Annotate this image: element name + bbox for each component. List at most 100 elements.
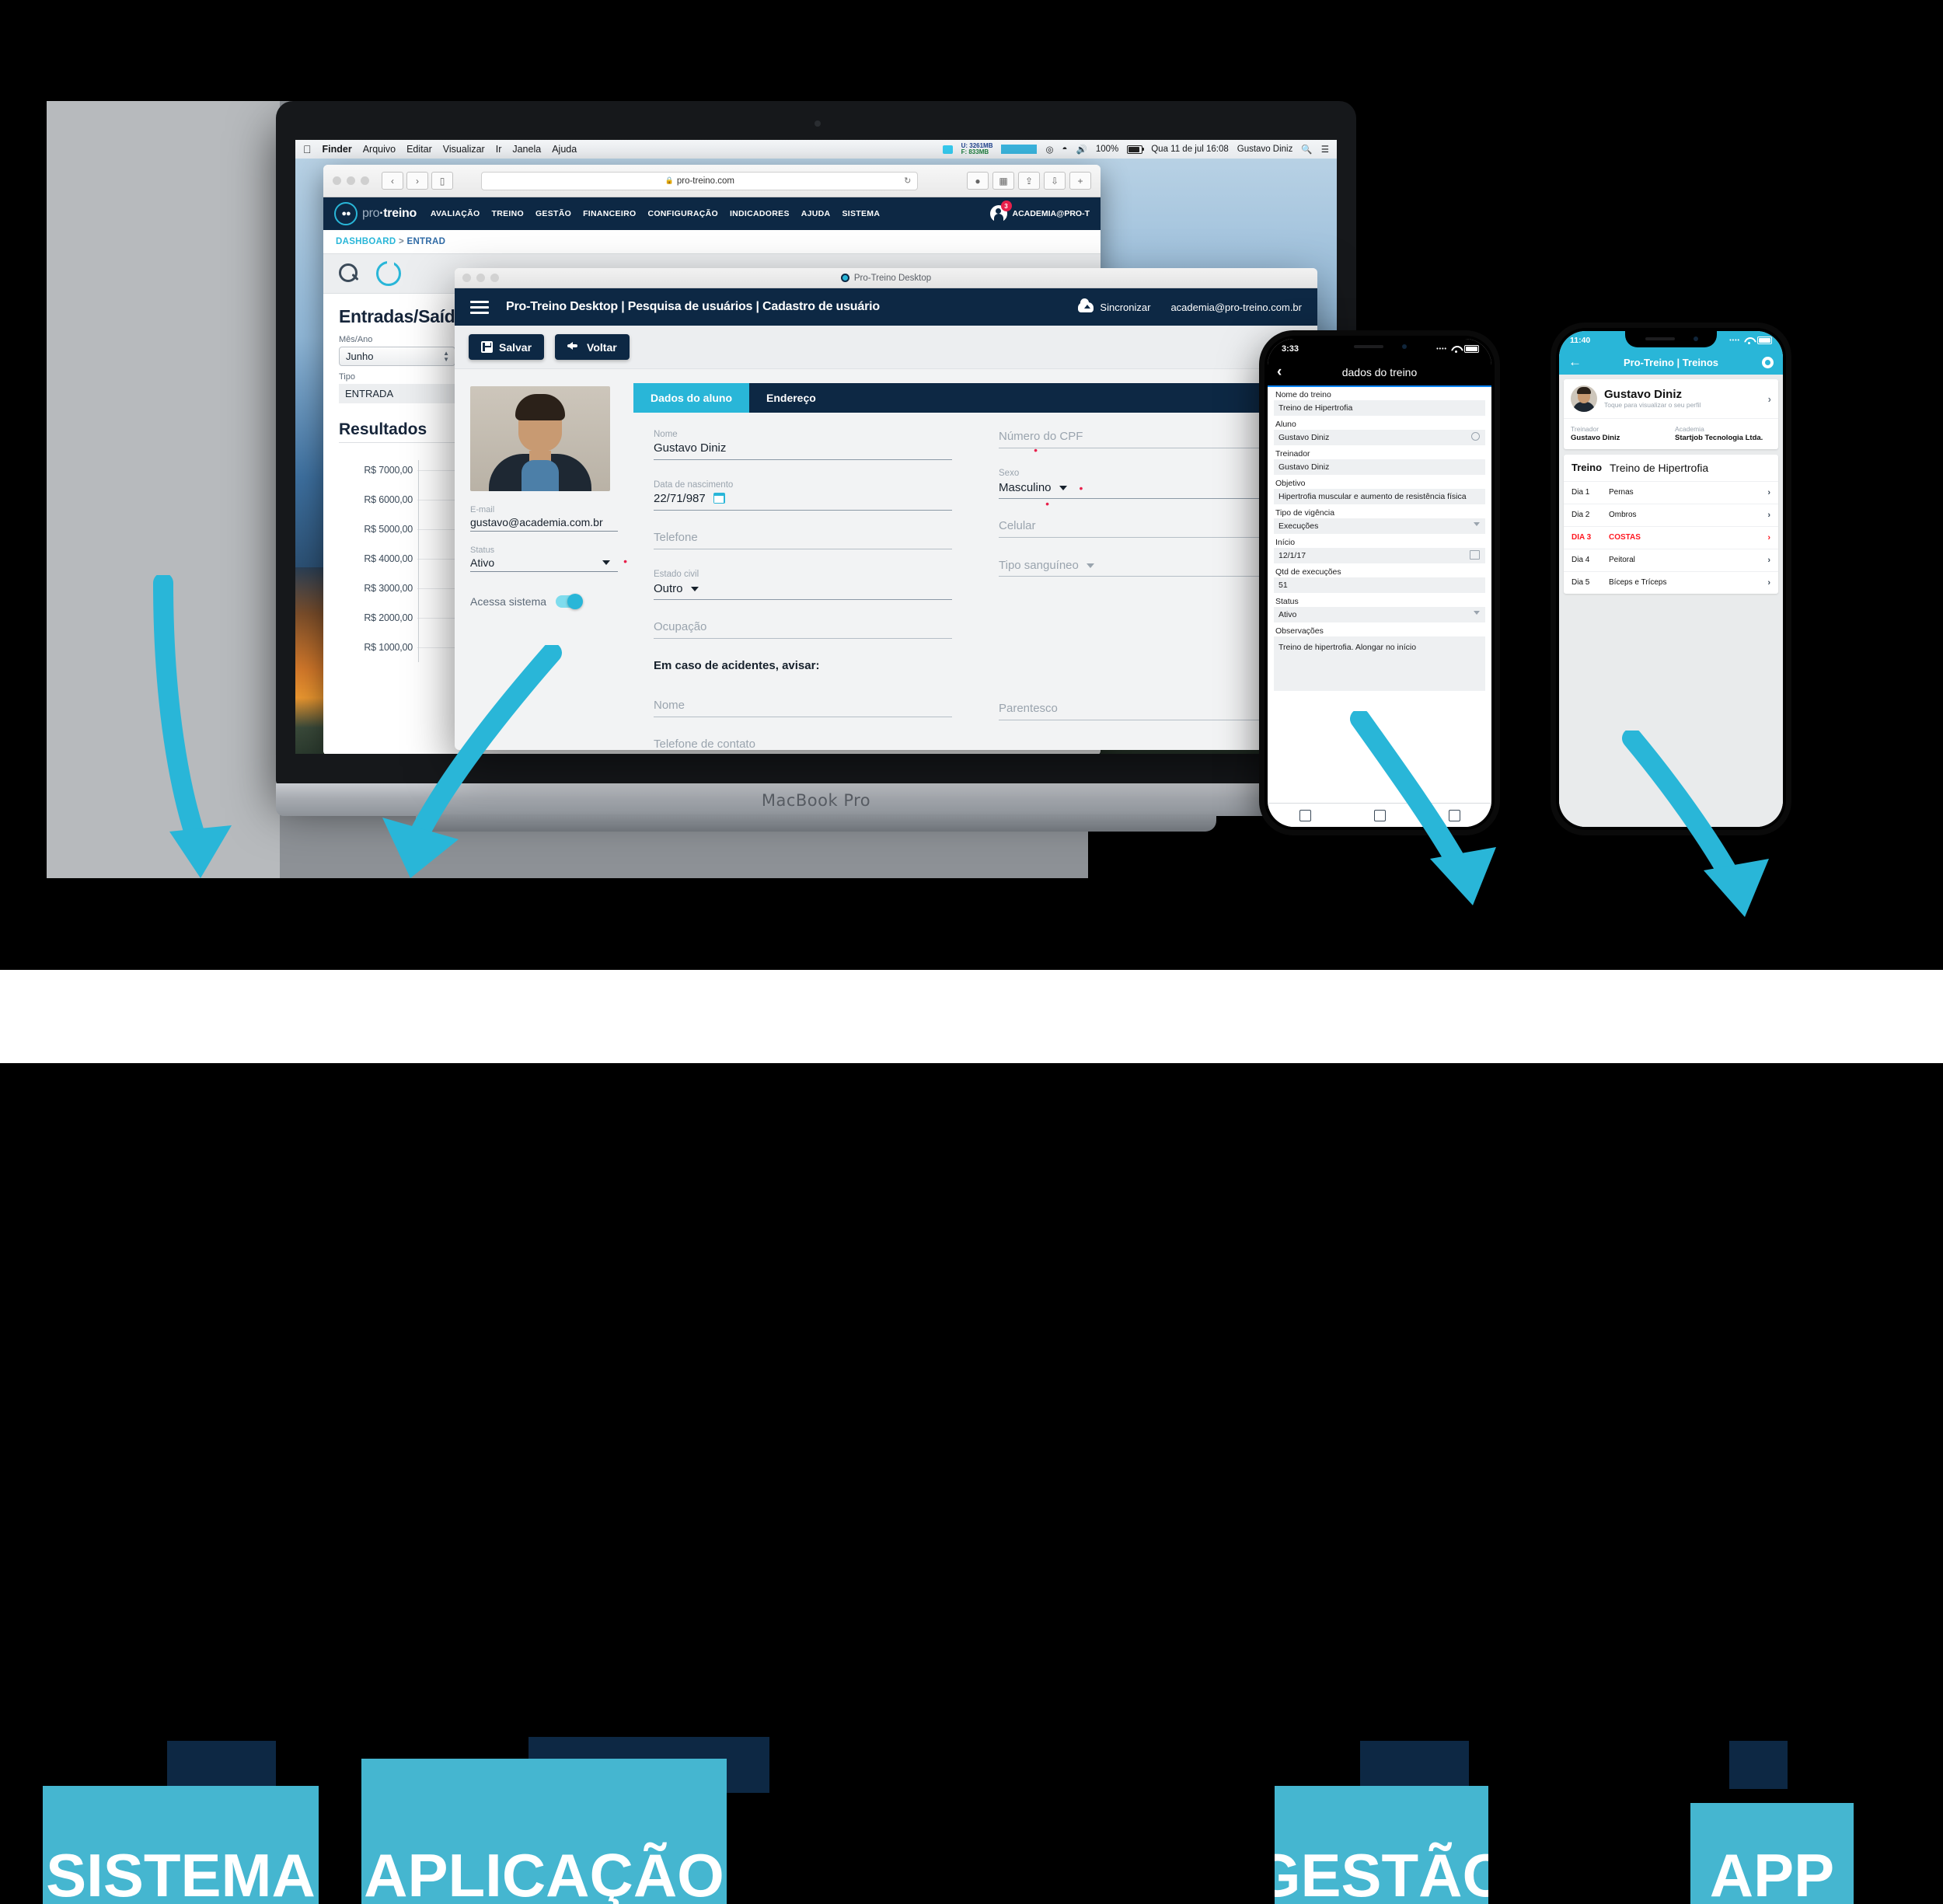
breadcrumb[interactable]: DASHBOARD > ENTRAD: [323, 230, 1101, 253]
tab-document[interactable]: [1342, 804, 1417, 827]
email-value[interactable]: gustavo@academia.com.br: [470, 516, 618, 532]
user-photo[interactable]: [470, 386, 610, 491]
apple-icon[interactable]: : [303, 144, 312, 155]
account-area[interactable]: 3 ACADEMIA@PRO-T: [989, 201, 1090, 222]
tab-dados-do-aluno[interactable]: Dados do aluno: [633, 383, 749, 413]
field-value[interactable]: Gustavo Diniz: [1274, 459, 1485, 475]
estado-civil-select[interactable]: Outro: [654, 581, 952, 600]
chevron-down-icon[interactable]: [1474, 611, 1480, 615]
menubar-item-editar[interactable]: Editar: [406, 144, 432, 155]
list-item[interactable]: DIA 3 COSTAS ›: [1564, 527, 1778, 549]
sync-button[interactable]: Sincronizar: [1078, 298, 1150, 313]
volume-icon[interactable]: 🔊: [1076, 144, 1087, 155]
webapp-menu[interactable]: AVALIAÇÃO TREINO GESTÃO FINANCEIRO CONFI…: [431, 209, 880, 218]
close-button[interactable]: [333, 176, 341, 185]
chevron-right-icon[interactable]: ›: [1767, 488, 1770, 497]
telefone-contato-field[interactable]: Telefone de contato: [654, 738, 952, 750]
desktop-app-account[interactable]: academia@pro-treino.com.br: [1170, 302, 1302, 313]
nav-item-treino[interactable]: TREINO: [491, 209, 523, 218]
month-select[interactable]: Junho ▲ ▼: [339, 347, 455, 366]
nav-item-gestao[interactable]: GESTÃO: [535, 209, 571, 218]
field-value[interactable]: Hipertrofia muscular e aumento de resist…: [1274, 489, 1485, 504]
list-item[interactable]: Dia 4 Peitoral ›: [1564, 549, 1778, 572]
system-access-toggle[interactable]: [556, 594, 584, 609]
downloads-icon[interactable]: ⇩: [1043, 172, 1066, 190]
chevron-right-icon[interactable]: ›: [1767, 511, 1770, 520]
celular-field[interactable]: Celular: [999, 519, 1297, 538]
forward-icon[interactable]: ›: [406, 172, 428, 190]
chevron-right-icon[interactable]: ›: [1767, 533, 1770, 542]
menubar-item-finder[interactable]: Finder: [323, 144, 352, 155]
sexo-select[interactable]: Masculino •: [999, 480, 1297, 499]
nav-item-avaliacao[interactable]: AVALIAÇÃO: [431, 209, 480, 218]
search-icon[interactable]: [339, 263, 359, 284]
field-value[interactable]: Ativo: [1274, 607, 1485, 622]
folder-icon[interactable]: [942, 145, 953, 154]
wifi-icon[interactable]: ◓: [1062, 145, 1068, 154]
ocupacao-field[interactable]: Ocupação: [654, 620, 952, 639]
menubar-user-label[interactable]: Gustavo Diniz: [1237, 145, 1293, 154]
search-icon[interactable]: [1471, 432, 1480, 441]
back-icon[interactable]: ←: [1568, 354, 1582, 370]
new-tab-icon[interactable]: +: [1069, 172, 1091, 190]
nav-item-configuracao[interactable]: CONFIGURAÇÃO: [647, 209, 718, 218]
cpf-field[interactable]: Número do CPF: [999, 430, 1297, 448]
list-item[interactable]: Dia 5 Bíceps e Tríceps ›: [1564, 572, 1778, 594]
status-select[interactable]: Ativo •: [470, 555, 627, 572]
ocupacao-placeholder[interactable]: Ocupação: [654, 620, 952, 639]
notification-badge[interactable]: 3: [1000, 201, 1012, 211]
celular-placeholder[interactable]: Celular: [999, 519, 1297, 538]
field-value[interactable]: Execuções: [1274, 518, 1485, 534]
nome-field[interactable]: Nome Gustavo Diniz •: [654, 430, 1038, 460]
save-button[interactable]: Salvar: [469, 334, 545, 360]
nascimento-field[interactable]: Data de nascimento 22/71/987 •: [654, 480, 1049, 511]
account-email-label[interactable]: ACADEMIA@PRO-T: [1013, 209, 1090, 218]
share-icon[interactable]: ⇪: [1017, 172, 1040, 190]
calendar-icon[interactable]: [713, 493, 725, 504]
chevron-right-icon[interactable]: ›: [1767, 556, 1770, 565]
nav-item-sistema[interactable]: SISTEMA: [842, 209, 880, 218]
notification-center-icon[interactable]: ☰: [1321, 144, 1329, 155]
chevron-down-icon[interactable]: [1474, 522, 1480, 526]
parentesco-field[interactable]: Parentesco: [999, 702, 1297, 720]
pro-treino-logo[interactable]: ●● pro·treino: [334, 202, 417, 225]
address-bar[interactable]: 🔒 pro-treino.com ↻: [481, 171, 919, 190]
list-item[interactable]: Dia 1 Pernas ›: [1564, 482, 1778, 504]
privacy-icon[interactable]: ●: [966, 172, 989, 190]
nav-item-financeiro[interactable]: FINANCEIRO: [583, 209, 636, 218]
telefone-field[interactable]: Telefone: [654, 531, 952, 549]
parentesco-placeholder[interactable]: Parentesco: [999, 702, 1297, 720]
chevron-right-icon[interactable]: ›: [1767, 578, 1770, 588]
menubar-item-visualizar[interactable]: Visualizar: [443, 144, 485, 155]
sexo-field[interactable]: Sexo Masculino •: [999, 469, 1297, 499]
telefone-placeholder[interactable]: Telefone: [654, 531, 952, 549]
profile-card[interactable]: Gustavo Diniz Toque para visualizar o se…: [1564, 379, 1778, 449]
maximize-button[interactable]: [361, 176, 369, 185]
form-tabs[interactable]: Dados do aluno Endereço: [633, 383, 1317, 413]
field-value[interactable]: Treino de Hipertrofia: [1274, 400, 1485, 416]
breadcrumb-root[interactable]: DASHBOARD: [336, 237, 396, 246]
menubar-item-ajuda[interactable]: Ajuda: [552, 144, 577, 155]
field-value[interactable]: 51: [1274, 577, 1485, 593]
menubar-item-ir[interactable]: Ir: [496, 144, 502, 155]
email-field[interactable]: E-mail gustavo@academia.com.br: [470, 505, 618, 532]
refresh-icon[interactable]: [376, 261, 401, 286]
hamburger-icon[interactable]: [470, 300, 489, 314]
window-controls[interactable]: [333, 176, 369, 185]
minimize-button[interactable]: [347, 176, 355, 185]
back-icon[interactable]: ‹: [382, 172, 403, 190]
field-value[interactable]: Gustavo Diniz: [1274, 430, 1485, 445]
tipo-sanguineo-select[interactable]: Tipo sanguíneo: [999, 558, 1297, 577]
clock-label[interactable]: Qua 11 de jul 16:08: [1151, 145, 1229, 154]
gear-icon[interactable]: [1762, 356, 1774, 368]
menubar-item-janela[interactable]: Janela: [512, 144, 541, 155]
menubar-item-arquivo[interactable]: Arquivo: [363, 144, 396, 155]
back-button[interactable]: Voltar: [555, 334, 630, 360]
calendar-icon[interactable]: [1470, 550, 1480, 560]
battery-icon[interactable]: [1127, 145, 1145, 154]
macos-menubar[interactable]:  Finder Arquivo Editar Visualizar Ir Ja…: [295, 140, 1337, 159]
list-item[interactable]: Dia 2 Ombros ›: [1564, 504, 1778, 527]
chevron-right-icon[interactable]: ›: [1768, 393, 1771, 405]
back-icon[interactable]: ‹: [1277, 364, 1282, 381]
sidebar-icon[interactable]: ▯: [431, 172, 453, 190]
